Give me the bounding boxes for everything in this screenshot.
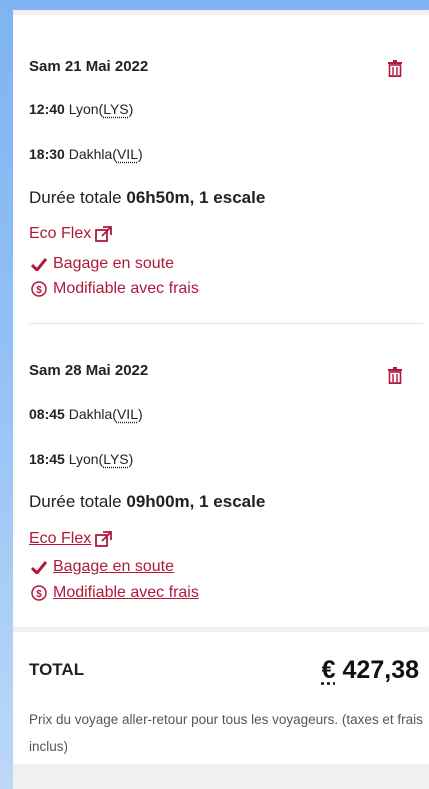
duration-label: Durée totale <box>29 188 122 207</box>
check-icon <box>31 257 47 271</box>
currency-symbol[interactable]: € <box>322 656 336 684</box>
segment-date: Sam 28 Mai 2022 <box>29 362 149 379</box>
feature-label: Bagage en soute <box>53 255 174 272</box>
arrival-city: Dakhla <box>68 146 113 162</box>
feature-modifiable: $ Modifiable avec frais <box>31 280 199 298</box>
segment-date: Sam 21 Mai 2022 <box>29 58 149 75</box>
trash-icon[interactable] <box>388 60 402 77</box>
duration-value: 09h00m, 1 escale <box>126 492 266 511</box>
arrival-code[interactable]: VIL <box>117 146 138 162</box>
feature-modifiable[interactable]: $ Modifiable avec frais <box>31 584 199 602</box>
itinerary-card: Sam 21 Mai 2022 12:40 Lyon(LYS) 18:30 Da… <box>13 15 429 627</box>
fare-link[interactable]: Eco Flex <box>29 225 113 243</box>
svg-text:$: $ <box>36 285 42 296</box>
arrival-line: 18:30 Dakhla(VIL) <box>29 146 143 162</box>
total-price: € 427,38 <box>322 656 419 685</box>
total-card: TOTAL € 427,38 Prix du voyage aller-reto… <box>13 632 429 764</box>
feature-label: Bagage en soute <box>53 558 174 575</box>
departure-code[interactable]: LYS <box>103 101 128 117</box>
external-link-icon <box>95 531 113 547</box>
departure-line: 08:45 Dakhla(VIL) <box>29 406 143 422</box>
fare-name: Eco Flex <box>29 225 92 242</box>
arrival-time: 18:45 <box>29 451 65 467</box>
departure-city: Lyon <box>68 101 99 117</box>
feature-label: Modifiable avec frais <box>53 280 199 297</box>
arrival-city: Lyon <box>68 451 99 467</box>
feature-baggage[interactable]: Bagage en soute <box>31 558 174 576</box>
feature-baggage: Bagage en soute <box>31 255 174 273</box>
departure-line: 12:40 Lyon(LYS) <box>29 101 134 117</box>
duration-line: Durée totale 09h00m, 1 escale <box>29 492 265 512</box>
total-label: TOTAL <box>29 660 85 679</box>
departure-time: 08:45 <box>29 406 65 422</box>
fare-link[interactable]: Eco Flex <box>29 530 113 548</box>
arrival-line: 18:45 Lyon(LYS) <box>29 451 134 467</box>
dollar-circle-icon: $ <box>31 585 47 601</box>
duration-label: Durée totale <box>29 492 122 511</box>
total-description: Prix du voyage aller-retour pour tous le… <box>29 712 423 754</box>
arrival-code[interactable]: LYS <box>103 451 128 467</box>
total-amount: 427,38 <box>342 656 419 684</box>
departure-time: 12:40 <box>29 101 65 117</box>
summary-panel: Sam 21 Mai 2022 12:40 Lyon(LYS) 18:30 Da… <box>13 10 429 789</box>
duration-value: 06h50m, 1 escale <box>126 188 266 207</box>
check-icon <box>31 560 47 574</box>
departure-code[interactable]: VIL <box>117 406 138 422</box>
external-link-icon <box>95 226 113 242</box>
segment-outbound: Sam 21 Mai 2022 12:40 Lyon(LYS) 18:30 Da… <box>29 15 424 315</box>
dollar-circle-icon: $ <box>31 281 47 297</box>
svg-text:$: $ <box>36 589 42 600</box>
departure-city: Dakhla <box>68 406 113 422</box>
segment-return: Sam 28 Mai 2022 08:45 Dakhla(VIL) 18:45 … <box>29 322 424 627</box>
duration-line: Durée totale 06h50m, 1 escale <box>29 188 265 208</box>
arrival-time: 18:30 <box>29 146 65 162</box>
fare-name: Eco Flex <box>29 530 92 547</box>
trash-icon[interactable] <box>388 367 402 384</box>
feature-label: Modifiable avec frais <box>53 584 199 601</box>
